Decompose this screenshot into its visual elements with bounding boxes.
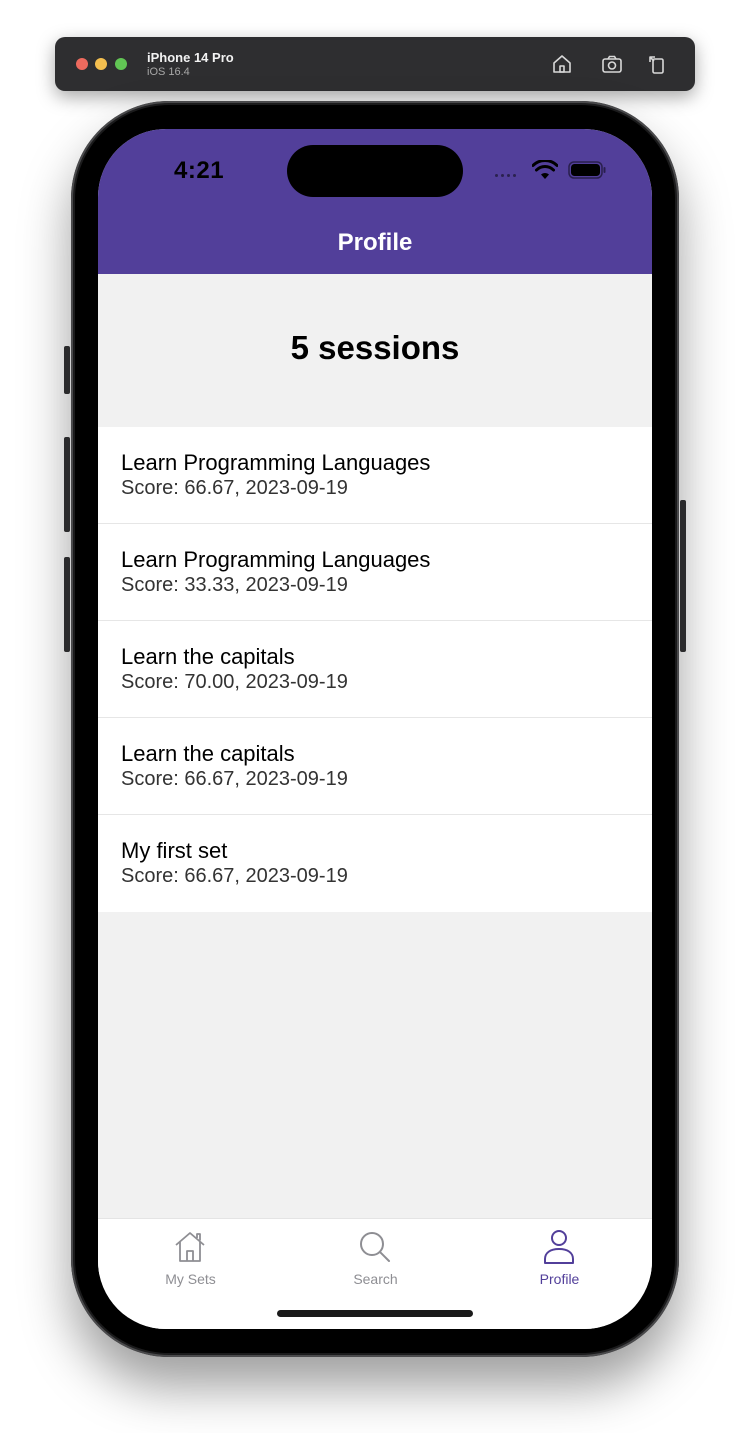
action-button — [64, 346, 70, 394]
session-item[interactable]: Learn Programming Languages Score: 66.67… — [98, 427, 652, 524]
volume-up-button — [64, 437, 70, 532]
session-score: Score: 33.33, 2023-09-19 — [121, 574, 348, 596]
tab-my-sets[interactable]: My Sets — [98, 1219, 283, 1299]
session-score: Score: 66.67, 2023-09-19 — [121, 865, 348, 887]
session-score: Score: 66.67, 2023-09-19 — [121, 768, 348, 790]
house-icon — [175, 1232, 205, 1262]
session-title: Learn Programming Languages — [121, 450, 431, 475]
power-button — [680, 500, 686, 652]
session-title: Learn the capitals — [121, 644, 295, 669]
screenshot-icon[interactable] — [600, 52, 624, 76]
sessions-count-heading: 5 sessions — [290, 329, 460, 366]
session-title: My first set — [121, 838, 228, 863]
simulator-title-bar: iPhone 14 Pro iOS 16.4 — [55, 37, 695, 91]
session-score: Score: 70.00, 2023-09-19 — [121, 671, 348, 693]
sessions-list: Learn Programming Languages Score: 66.67… — [98, 427, 652, 912]
close-window-button[interactable] — [76, 58, 88, 70]
home-icon[interactable] — [550, 52, 574, 76]
session-item[interactable]: Learn Programming Languages Score: 33.33… — [98, 524, 652, 621]
simulator-os-version: iOS 16.4 — [147, 66, 190, 78]
battery-icon — [568, 161, 606, 179]
magnifier-icon — [360, 1232, 390, 1262]
session-item[interactable]: My first set Score: 66.67, 2023-09-19 — [98, 815, 652, 912]
tab-label: Search — [353, 1271, 398, 1287]
simulator-device-name: iPhone 14 Pro — [147, 50, 234, 65]
volume-down-button — [64, 557, 70, 652]
minimize-window-button[interactable] — [95, 58, 107, 70]
dynamic-island — [287, 145, 463, 197]
tab-label: My Sets — [165, 1271, 216, 1287]
cellular-signal-icon — [495, 174, 516, 177]
session-title: Learn Programming Languages — [121, 547, 431, 572]
person-icon — [544, 1230, 574, 1264]
session-score: Score: 66.67, 2023-09-19 — [121, 477, 348, 499]
tab-profile[interactable]: Profile — [467, 1219, 652, 1299]
zoom-window-button[interactable] — [115, 58, 127, 70]
session-item[interactable]: Learn the capitals Score: 66.67, 2023-09… — [98, 718, 652, 815]
status-time: 4:21 — [174, 157, 225, 184]
page-title: Profile — [337, 229, 413, 256]
tab-search[interactable]: Search — [283, 1219, 468, 1299]
rotate-icon[interactable] — [645, 52, 669, 76]
home-indicator[interactable] — [277, 1310, 473, 1317]
session-item[interactable]: Learn the capitals Score: 70.00, 2023-09… — [98, 621, 652, 718]
app-header: 4:21 Profile — [98, 129, 652, 274]
tab-label: Profile — [539, 1271, 580, 1287]
session-title: Learn the capitals — [121, 741, 295, 766]
phone-screen: 4:21 Profile 5 sessions Learn Programmin… — [98, 129, 652, 1329]
wifi-icon — [532, 160, 558, 179]
